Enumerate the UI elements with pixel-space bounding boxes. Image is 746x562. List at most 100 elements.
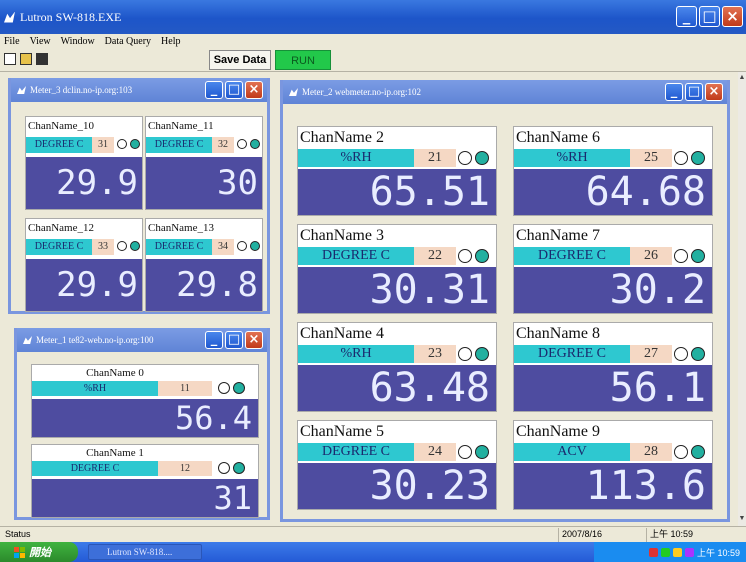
reading-display: 30	[146, 157, 262, 209]
maximize-icon[interactable]: □	[225, 81, 243, 99]
indicator-off-icon	[674, 445, 688, 459]
reading-display: 113.6	[514, 463, 712, 509]
unit-label: DEGREE C	[514, 247, 630, 265]
new-file-icon[interactable]	[4, 53, 16, 65]
start-label: 開始	[29, 547, 51, 559]
maximize-icon[interactable]: □	[699, 6, 720, 27]
channel-name: ChanName_13	[148, 222, 214, 234]
channel-number: 33	[92, 239, 114, 255]
menu-view[interactable]: View	[30, 36, 51, 47]
indicator-on-icon	[475, 445, 489, 459]
maximize-icon[interactable]: □	[685, 83, 703, 101]
meter-3-controls: _ □ ×	[205, 81, 263, 99]
reading-display: 31	[32, 479, 258, 517]
close-icon[interactable]: ×	[245, 81, 263, 99]
status-time: 上午 10:59	[646, 528, 746, 542]
meter-card: ChanName_12 DEGREE C 33 29.9	[25, 218, 143, 312]
status-indicators	[218, 462, 245, 474]
minimize-icon[interactable]: _	[205, 81, 223, 99]
open-folder-icon[interactable]	[20, 53, 32, 65]
channel-name: ChanName 5	[300, 423, 384, 440]
meter-2-controls: _ □ ×	[665, 83, 723, 101]
tray-icon[interactable]	[672, 547, 682, 557]
toolbar	[0, 48, 746, 72]
status-indicators	[458, 249, 489, 263]
tray-clock: 上午 10:59	[696, 547, 740, 558]
indicator-on-icon	[475, 249, 489, 263]
maximize-icon[interactable]: □	[225, 331, 243, 349]
indicator-on-icon	[691, 249, 705, 263]
indicator-off-icon	[458, 445, 472, 459]
unit-label: %RH	[298, 149, 414, 167]
channel-name: ChanName 0	[86, 367, 144, 379]
tray-icon[interactable]	[648, 547, 658, 557]
close-icon[interactable]: ×	[705, 83, 723, 101]
meter-1-title: Meter_1 te82-web.no-ip.org:100	[36, 335, 154, 345]
menu-data-query[interactable]: Data Query	[105, 36, 151, 47]
status-text: Status	[5, 529, 31, 539]
reading-display: 29.9	[26, 259, 142, 311]
indicator-on-icon	[250, 241, 260, 251]
unit-label: DEGREE C	[26, 239, 92, 255]
channel-number: 11	[158, 381, 212, 396]
save-data-button[interactable]: Save Data	[209, 50, 271, 70]
indicator-off-icon	[218, 462, 230, 474]
meter-card: ChanName 2 %RH 21 65.51	[297, 126, 497, 216]
channel-name: ChanName_10	[28, 120, 94, 132]
close-icon[interactable]: ×	[245, 331, 263, 349]
indicator-off-icon	[458, 347, 472, 361]
minimize-icon[interactable]: _	[665, 83, 683, 101]
indicator-on-icon	[475, 151, 489, 165]
unit-label: ACV	[514, 443, 630, 461]
channel-number: 32	[212, 137, 234, 153]
status-indicators	[218, 382, 245, 394]
unit-label: DEGREE C	[32, 461, 158, 476]
taskbar-app-button[interactable]: Lutron SW-818....	[88, 544, 202, 560]
menu-window[interactable]: Window	[61, 36, 95, 47]
vertical-scrollbar[interactable]: ▲ ▼	[738, 72, 746, 526]
meter-2-title-bar[interactable]: Meter_2 webmeter.no-ip.org:102	[283, 80, 727, 104]
unit-label: DEGREE C	[146, 239, 212, 255]
channel-number: 21	[414, 149, 456, 167]
menu-help[interactable]: Help	[161, 36, 180, 47]
indicator-on-icon	[233, 382, 245, 394]
minimize-icon[interactable]: _	[676, 6, 697, 27]
channel-name: ChanName 6	[516, 129, 600, 146]
meter-card: ChanName_13 DEGREE C 34 29.8	[145, 218, 263, 312]
tray-icon[interactable]	[684, 547, 694, 557]
channel-name: ChanName 9	[516, 423, 600, 440]
meter-3-window[interactable]: Meter_3 dclin.no-ip.org:103 _ □ × ChanNa…	[8, 78, 270, 314]
menu-file[interactable]: File	[4, 36, 20, 47]
indicator-off-icon	[237, 139, 247, 149]
meter-card: ChanName 6 %RH 25 64.68	[513, 126, 713, 216]
meter-card: ChanName 8 DEGREE C 27 56.1	[513, 322, 713, 412]
save-disk-icon[interactable]	[36, 53, 48, 65]
unit-label: %RH	[514, 149, 630, 167]
channel-number: 23	[414, 345, 456, 363]
start-button[interactable]: 開始	[0, 542, 78, 562]
meter-2-window[interactable]: Meter_2 webmeter.no-ip.org:102 _ □ × Cha…	[280, 80, 730, 522]
close-icon[interactable]: ×	[722, 6, 743, 27]
unit-label: DEGREE C	[298, 247, 414, 265]
minimize-icon[interactable]: _	[205, 331, 223, 349]
taskbar: 開始 Lutron SW-818.... 上午 10:59	[0, 542, 746, 562]
unit-label: DEGREE C	[146, 137, 212, 153]
indicator-on-icon	[233, 462, 245, 474]
channel-name: ChanName 7	[516, 227, 600, 244]
status-indicators	[674, 347, 705, 361]
status-indicators	[237, 139, 260, 149]
channel-name: ChanName 1	[86, 447, 144, 459]
unit-label: %RH	[298, 345, 414, 363]
run-button[interactable]: RUN	[275, 50, 331, 70]
app-root: Lutron SW-818.EXE _ □ × File View Window…	[0, 0, 746, 562]
unit-label: %RH	[32, 381, 158, 396]
meter-1-window[interactable]: Meter_1 te82-web.no-ip.org:100 _ □ × Cha…	[14, 328, 270, 520]
channel-name: ChanName 4	[300, 325, 384, 342]
meter-2-body: ChanName 2 %RH 21 65.51 ChanName 6 %RH 2…	[283, 104, 727, 519]
scroll-down-icon[interactable]: ▼	[738, 515, 746, 522]
scroll-up-icon[interactable]: ▲	[738, 74, 746, 81]
status-bar: Status 2007/8/16 上午 10:59	[0, 526, 746, 542]
channel-number: 12	[158, 461, 212, 476]
tray-icon[interactable]	[660, 547, 670, 557]
meter-2-title: Meter_2 webmeter.no-ip.org:102	[302, 87, 422, 97]
